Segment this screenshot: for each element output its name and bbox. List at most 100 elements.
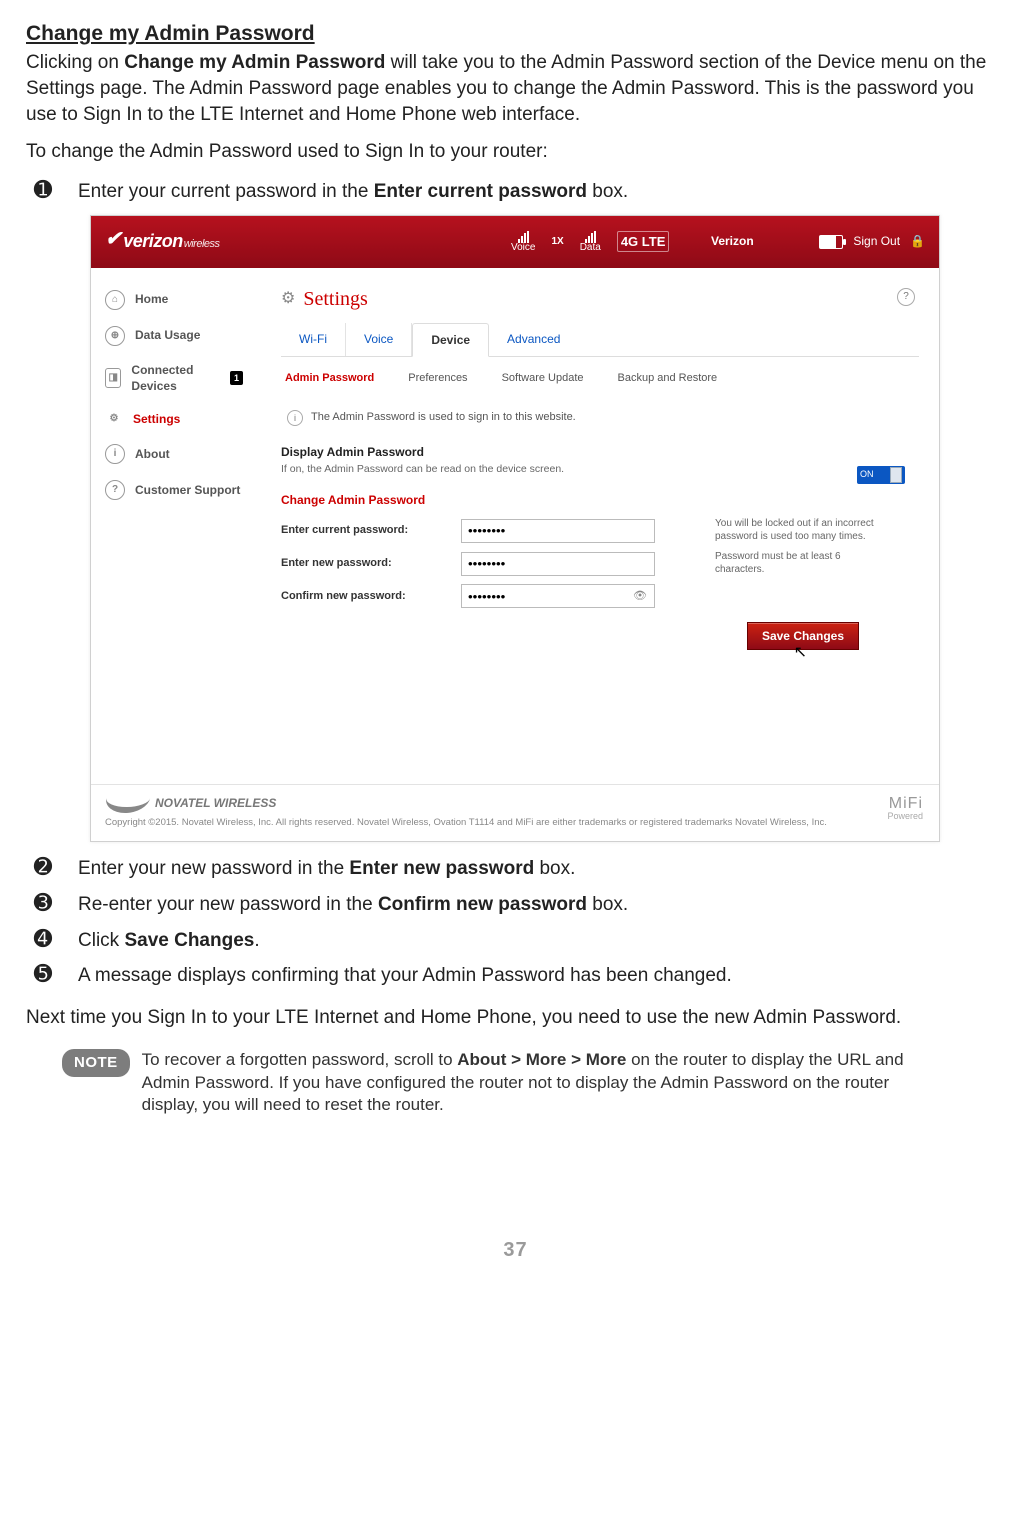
step-5-number: ➎ (26, 963, 60, 985)
subtab-bar: Admin Password Preferences Software Upda… (281, 357, 919, 396)
step-3: ➌ Re-enter your new password in the Conf… (26, 892, 1005, 918)
sidebar-item-support[interactable]: ? Customer Support (91, 472, 263, 508)
step-3-text-a: Re-enter your new password in the (78, 894, 378, 915)
row-confirm-password: Confirm new password: 👁 (281, 584, 919, 608)
confirm-password-input[interactable] (461, 584, 655, 608)
cursor-icon: ↖ (794, 642, 807, 664)
display-password-sub: If on, the Admin Password can be read on… (281, 462, 919, 476)
carrier-name: Verizon (711, 233, 754, 249)
step-2-number: ➋ (26, 856, 60, 878)
sidebar-label: Customer Support (135, 482, 240, 498)
step-4-number: ➍ (26, 928, 60, 950)
display-password-title: Display Admin Password (281, 444, 919, 460)
mifi-brand: MiFi (887, 796, 923, 812)
home-icon: ⌂ (105, 290, 125, 310)
step-4-text-a: Click (78, 930, 124, 951)
sidebar-label: About (135, 446, 170, 462)
help-icon: ? (105, 480, 125, 500)
toggle-label: ON (860, 468, 874, 480)
novatel-logo: NOVATEL WIRELESS (105, 795, 827, 813)
subtab-software-update[interactable]: Software Update (502, 371, 584, 386)
status-icons: Voice 1X Data 4G LTE (511, 216, 669, 268)
step-1-number: ➊ (26, 179, 60, 201)
brand-main: verizon (123, 231, 183, 251)
signal-bars-icon (518, 231, 529, 243)
voice-signal: Voice (511, 231, 535, 253)
step-4-text-c: . (254, 930, 259, 951)
sidebar-label: Data Usage (135, 327, 200, 343)
closing-paragraph: Next time you Sign In to your LTE Intern… (26, 1005, 1005, 1031)
lock-icon: 🔒 (910, 233, 925, 249)
current-password-label: Enter current password: (281, 523, 461, 538)
mifi-sub: Powered (887, 812, 923, 821)
step-1: ➊ Enter your current password in the Ent… (26, 179, 1005, 205)
footer-company: NOVATEL WIRELESS (155, 795, 276, 811)
new-password-hint: Password must be at least 6 characters. (715, 551, 885, 576)
display-password-toggle[interactable]: ON (857, 466, 905, 484)
step-3-text-b: Confirm new password (378, 894, 587, 915)
tab-wifi[interactable]: Wi-Fi (281, 323, 346, 356)
voice-tech: 1X (551, 235, 563, 249)
signal-bars-icon (585, 231, 596, 243)
page-title-text: Settings (303, 286, 367, 313)
sidebar-item-home[interactable]: ⌂ Home (91, 282, 263, 318)
step-1-text-b: Enter current password (374, 181, 587, 202)
app-footer: NOVATEL WIRELESS Copyright ©2015. Novate… (91, 784, 939, 842)
new-password-label: Enter new password: (281, 556, 461, 571)
step-3-number: ➌ (26, 892, 60, 914)
brand-logo: ✔verizonwireless (105, 228, 220, 255)
step-2: ➋ Enter your new password in the Enter n… (26, 856, 1005, 882)
tab-device[interactable]: Device (412, 323, 489, 357)
sign-out-link[interactable]: Sign Out (853, 233, 900, 249)
battery-icon (819, 235, 843, 249)
sidebar-item-about[interactable]: i About (91, 436, 263, 472)
sidebar-item-data-usage[interactable]: ⊕ Data Usage (91, 318, 263, 354)
devices-icon: ◨ (105, 368, 121, 388)
tab-voice[interactable]: Voice (346, 323, 412, 356)
embedded-screenshot: ✔verizonwireless Voice 1X Data 4G LTE Ve… (90, 215, 940, 843)
sidebar-item-connected-devices[interactable]: ◨ Connected Devices 1 (91, 354, 263, 402)
brand-sub: wireless (184, 238, 220, 250)
current-password-hint: You will be locked out if an incorrect p… (715, 518, 885, 543)
subtab-admin-password[interactable]: Admin Password (285, 371, 374, 386)
sidebar-item-settings[interactable]: ⚙ Settings (91, 402, 263, 436)
globe-icon: ⊕ (105, 326, 125, 346)
subtab-preferences[interactable]: Preferences (408, 371, 467, 386)
gear-icon: ⚙ (281, 288, 295, 310)
toggle-knob-icon (890, 467, 902, 483)
subtab-backup-restore[interactable]: Backup and Restore (618, 371, 718, 386)
confirm-password-label: Confirm new password: (281, 589, 461, 604)
intro-text-bold: Change my Admin Password (124, 52, 385, 73)
swoosh-icon (103, 795, 151, 813)
connected-count-badge: 1 (230, 371, 243, 385)
note-badge: NOTE (62, 1049, 130, 1077)
lte-badge: 4G LTE (617, 231, 670, 253)
note-text-b: About > More > More (457, 1050, 626, 1069)
info-line: i The Admin Password is used to sign in … (287, 410, 919, 426)
gear-icon: ⚙ (105, 410, 123, 428)
page-help-icon[interactable]: ? (897, 288, 915, 306)
intro-paragraph: Clicking on Change my Admin Password wil… (26, 50, 1005, 127)
tab-bar: Wi-Fi Voice Device Advanced (281, 323, 919, 357)
data-signal: Data (580, 231, 601, 253)
step-4-text-b: Save Changes (124, 930, 254, 951)
sidebar-label: Connected Devices (131, 362, 220, 394)
page-title: ⚙ Settings (281, 286, 919, 313)
note-block: NOTE To recover a forgotten password, sc… (26, 1049, 1005, 1118)
sidebar-label: Home (135, 291, 168, 307)
mifi-logo: MiFi Powered (887, 796, 923, 821)
sidebar-label: Settings (133, 411, 180, 427)
info-icon: i (105, 444, 125, 464)
step-1-text-c: box. (587, 181, 628, 202)
tab-advanced[interactable]: Advanced (489, 323, 578, 356)
current-password-input[interactable] (461, 519, 655, 543)
row-new-password: Enter new password: Password must be at … (281, 551, 919, 576)
info-icon: i (287, 410, 303, 426)
new-password-input[interactable] (461, 552, 655, 576)
lead-sentence: To change the Admin Password used to Sig… (26, 139, 1005, 165)
intro-text-a: Clicking on (26, 52, 124, 73)
step-5-text-a: A message displays confirming that your … (78, 965, 732, 986)
app-topbar: ✔verizonwireless Voice 1X Data 4G LTE Ve… (91, 216, 939, 268)
step-2-text-b: Enter new password (349, 858, 534, 879)
verizon-check-icon: ✔ (105, 226, 121, 253)
